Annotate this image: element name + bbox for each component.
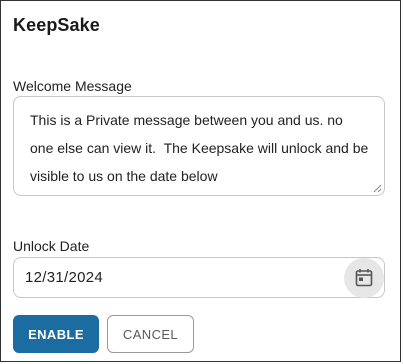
keepsake-dialog: KeepSake Welcome Message This is a Priva… xyxy=(0,0,401,362)
unlock-date-value[interactable]: 12/31/2024 xyxy=(25,269,103,286)
unlock-date-field[interactable]: 12/31/2024 xyxy=(13,257,385,298)
unlock-date-label: Unlock Date xyxy=(13,238,90,254)
welcome-message-textarea[interactable]: This is a Private message between you an… xyxy=(13,96,385,196)
welcome-message-text[interactable]: This is a Private message between you an… xyxy=(30,106,370,190)
calendar-button[interactable] xyxy=(344,258,384,298)
calendar-icon xyxy=(355,269,373,287)
dialog-title: KeepSake xyxy=(13,15,100,35)
enable-button[interactable]: ENABLE xyxy=(13,315,99,353)
welcome-message-label: Welcome Message xyxy=(13,78,132,94)
cancel-button[interactable]: CANCEL xyxy=(107,315,194,353)
resize-handle-icon[interactable] xyxy=(372,183,382,193)
